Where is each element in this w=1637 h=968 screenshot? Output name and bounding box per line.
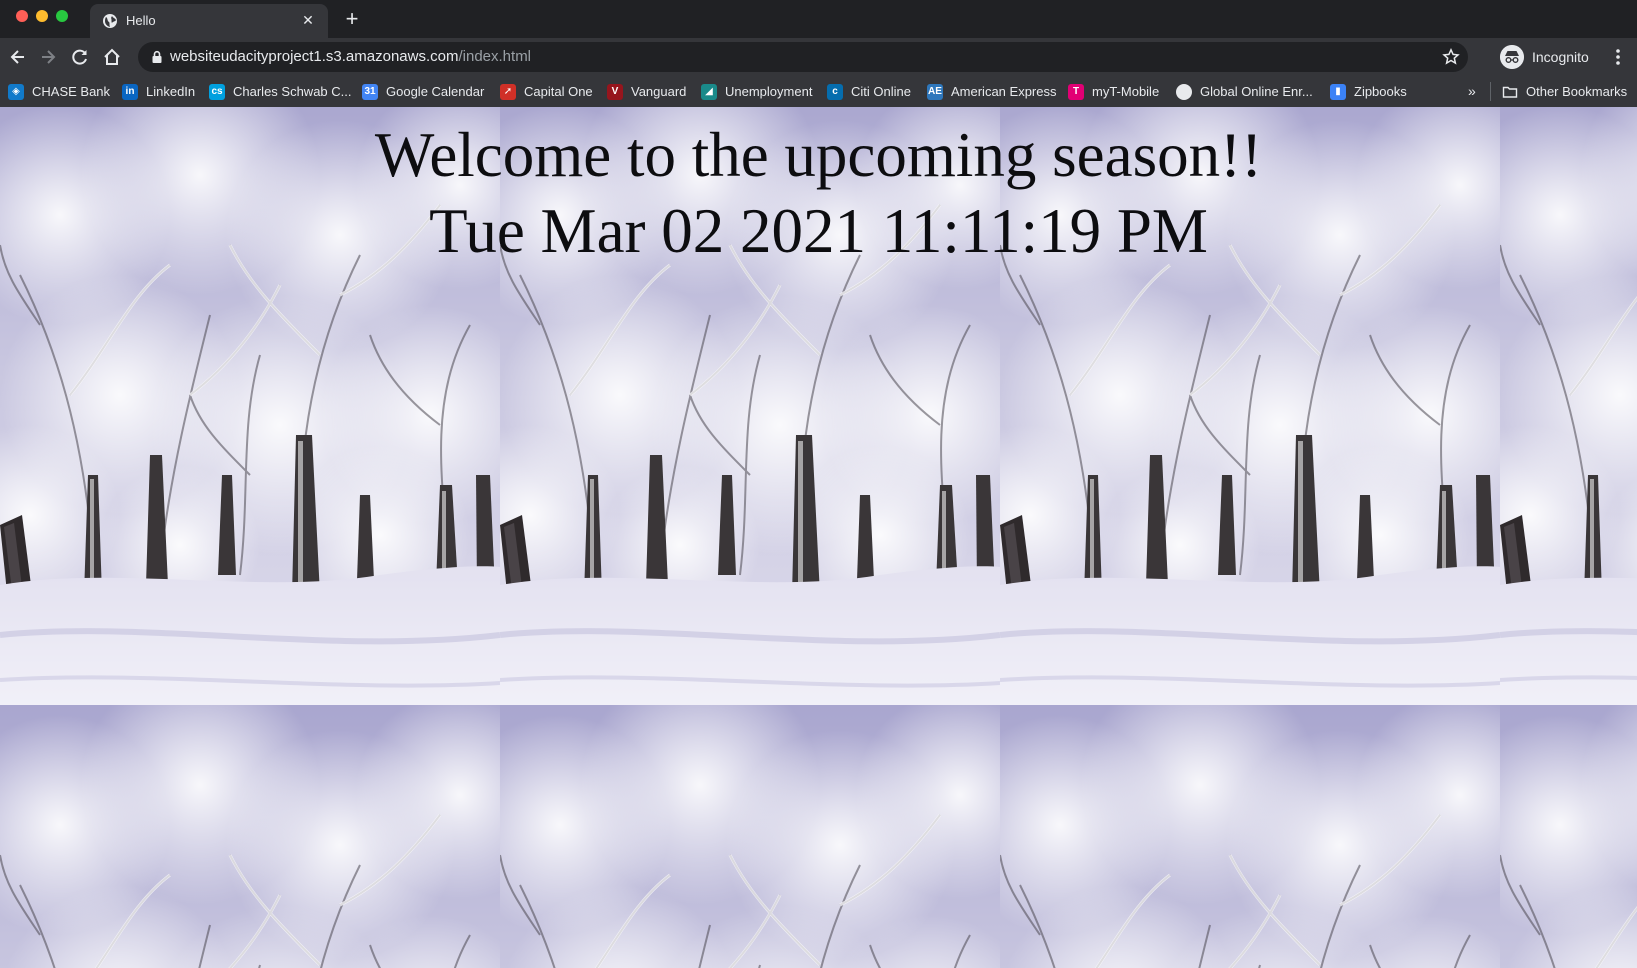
zipbooks-icon: ▮	[1330, 83, 1346, 100]
url-text[interactable]: websiteudacityproject1.s3.amazonaws.com/…	[170, 49, 531, 65]
other-bookmarks-folder[interactable]: Other Bookmarks	[1502, 76, 1627, 107]
bookmark-label: Charles Schwab C...	[233, 84, 352, 99]
other-bookmarks-label: Other Bookmarks	[1526, 84, 1628, 99]
url-host: websiteudacityproject1.s3.amazonaws.com	[170, 48, 459, 65]
tab-title: Hello	[126, 13, 156, 28]
citi-icon: c	[827, 83, 843, 100]
page-viewport: Welcome to the upcoming season!! Tue Mar…	[0, 107, 1637, 968]
new-tab-button[interactable]: +	[340, 8, 364, 32]
bookmark-label: Zipbooks	[1354, 84, 1407, 99]
amex-icon: AE	[927, 83, 943, 100]
bookmark-item[interactable]: TmyT-Mobile	[1068, 76, 1159, 107]
bookmark-label: Capital One	[524, 84, 593, 99]
bookmark-item[interactable]: in LinkedIn	[122, 76, 195, 107]
reload-icon[interactable]	[70, 47, 90, 67]
tab-strip: Hello ✕ +	[0, 0, 1637, 38]
window-maximize-button[interactable]	[56, 10, 68, 22]
bookmarks-overflow-button[interactable]: »	[1468, 82, 1476, 100]
menu-kebab-icon[interactable]	[1608, 47, 1628, 67]
current-datetime: Tue Mar 02 2021 11:11:19 PM	[429, 196, 1208, 266]
window-close-button[interactable]	[16, 10, 28, 22]
bookmark-label: myT-Mobile	[1092, 84, 1160, 99]
bookmark-item[interactable]: 31 Google Calendar	[362, 76, 484, 107]
folder-icon	[1502, 86, 1518, 98]
incognito-label: Incognito	[1532, 49, 1589, 65]
bookmark-item[interactable]: ◢ Unemployment	[701, 76, 812, 107]
tab-close-icon[interactable]: ✕	[298, 10, 318, 30]
url-path: /index.html	[458, 48, 532, 65]
navigation-toolbar: websiteudacityproject1.s3.amazonaws.com/…	[0, 38, 1637, 76]
back-arrow-icon[interactable]	[8, 47, 28, 67]
page-heading: Welcome to the upcoming season!! Tue Mar…	[0, 117, 1637, 269]
bookmark-item[interactable]: ➚ Capital One	[500, 76, 593, 107]
bookmark-item[interactable]: ▮ Zipbooks	[1330, 76, 1407, 107]
bookmark-label: LinkedIn	[146, 84, 196, 99]
bookmark-label: Vanguard	[631, 84, 687, 99]
bookmark-item[interactable]: V Vanguard	[607, 76, 686, 107]
bookmark-item[interactable]: AE American Express	[927, 76, 1056, 107]
linkedin-icon: in	[122, 83, 138, 100]
globe-icon	[1176, 83, 1192, 100]
bookmark-item[interactable]: Global Online Enr...	[1176, 76, 1313, 107]
window-minimize-button[interactable]	[36, 10, 48, 22]
home-icon[interactable]	[102, 47, 122, 67]
vanguard-icon: V	[607, 83, 623, 100]
bookmark-label: Unemployment	[725, 84, 813, 99]
t-mobile-icon: T	[1068, 83, 1084, 100]
incognito-profile-button[interactable]: Incognito	[1500, 42, 1600, 72]
bookmark-label: American Express	[951, 84, 1057, 99]
incognito-icon	[1500, 45, 1524, 69]
address-bar[interactable]: websiteudacityproject1.s3.amazonaws.com/…	[138, 42, 1468, 72]
lock-icon[interactable]	[150, 50, 164, 64]
capital-one-icon: ➚	[500, 83, 516, 100]
bookmark-star-icon[interactable]	[1442, 48, 1460, 66]
bookmark-item[interactable]: cs Charles Schwab C...	[209, 76, 352, 107]
bookmark-label: Citi Online	[851, 84, 911, 99]
chase-icon: ◈	[8, 83, 24, 100]
schwab-icon: cs	[209, 83, 225, 100]
bookmark-label: CHASE Bank	[32, 84, 111, 99]
google-calendar-icon: 31	[362, 83, 378, 100]
active-tab[interactable]: Hello ✕	[90, 4, 328, 38]
bookmarks-bar: » Other Bookmarks ◈ CHASE Bank in LinkedIn c…	[0, 76, 1637, 108]
bookmarks-divider	[1490, 82, 1491, 101]
forward-arrow-icon[interactable]	[38, 47, 58, 67]
bookmark-item[interactable]: c Citi Online	[827, 76, 911, 107]
bookmark-label: Google Calendar	[386, 84, 485, 99]
welcome-headline: Welcome to the upcoming season!!	[374, 120, 1263, 190]
globe-icon	[103, 14, 117, 28]
bookmark-label: Global Online Enr...	[1200, 84, 1313, 99]
unemployment-icon: ◢	[701, 83, 717, 100]
bookmark-item[interactable]: ◈ CHASE Bank	[8, 76, 110, 107]
